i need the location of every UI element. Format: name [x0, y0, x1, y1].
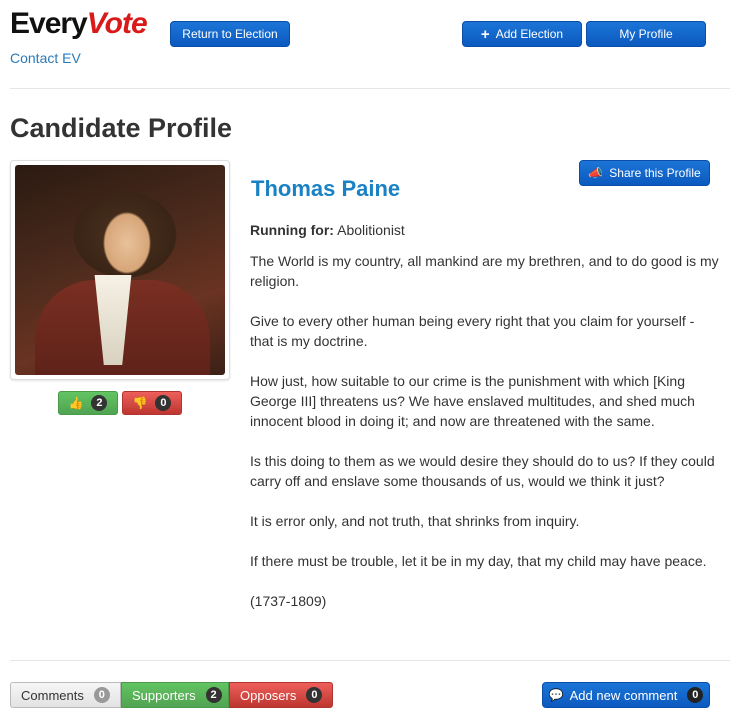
candidate-photo	[15, 165, 225, 375]
add-comment-label: Add new comment	[569, 687, 678, 703]
tab-opposers[interactable]: Opposers 0	[229, 682, 333, 708]
my-profile-button[interactable]: My Profile	[586, 21, 706, 47]
tab-comments-label: Comments	[21, 687, 84, 703]
downvote-count: 0	[155, 395, 172, 411]
add-election-label: Add Election	[495, 27, 564, 41]
thumbs-down-icon: 👎	[132, 396, 148, 410]
upvote-button[interactable]: 👍 2	[58, 391, 118, 415]
bio-paragraph: If there must be trouble, let it be in m…	[250, 553, 707, 569]
footer-divider	[10, 660, 730, 661]
bio-paragraph: Is this doing to them as we would desire…	[250, 453, 715, 489]
comment-icon: 💬	[548, 688, 564, 702]
opposers-count-badge: 0	[306, 687, 323, 703]
everyvote-logo[interactable]: EveryVote	[10, 6, 148, 42]
downvote-button[interactable]: 👎 0	[122, 391, 182, 415]
bio-paragraph: The World is my country, all mankind are…	[250, 253, 719, 289]
logo-text-every: Every	[10, 7, 88, 40]
share-profile-button[interactable]: 📣 Share this Profile	[579, 160, 710, 186]
my-profile-label: My Profile	[619, 27, 673, 41]
tab-supporters-label: Supporters	[132, 687, 196, 703]
tab-comments[interactable]: Comments 0	[10, 682, 121, 708]
share-profile-label: Share this Profile	[609, 166, 701, 180]
contact-link[interactable]: Contact EV	[10, 50, 81, 66]
candidate-photo-frame	[10, 160, 230, 380]
header-divider	[10, 88, 730, 89]
upvote-count: 2	[91, 395, 108, 411]
page-title: Candidate Profile	[10, 113, 233, 143]
add-election-button[interactable]: + Add Election	[462, 21, 582, 47]
candidate-bio: The World is my country, all mankind are…	[250, 251, 720, 631]
supporters-count-badge: 2	[205, 687, 222, 703]
comments-count-badge: 0	[93, 687, 110, 703]
logo-text-vote: Vote	[86, 7, 148, 40]
megaphone-icon: 📣	[588, 166, 604, 180]
bio-paragraph: Give to every other human being every ri…	[250, 313, 695, 349]
thumbs-up-icon: 👍	[68, 396, 84, 410]
comment-count-badge: 0	[687, 687, 704, 703]
return-to-election-button[interactable]: Return to Election	[170, 21, 290, 47]
add-comment-button[interactable]: 💬 Add new comment 0	[542, 682, 710, 708]
running-for: Running for: Abolitionist	[250, 222, 405, 238]
bio-paragraph: (1737-1809)	[250, 593, 327, 609]
bio-paragraph: How just, how suitable to our crime is t…	[250, 373, 695, 429]
running-for-label: Running for:	[250, 222, 334, 238]
tab-supporters[interactable]: Supporters 2	[121, 682, 229, 708]
plus-icon: +	[480, 25, 490, 43]
bio-paragraph: It is error only, and not truth, that sh…	[250, 513, 580, 529]
candidate-name: Thomas Paine	[251, 176, 401, 201]
feedback-tabs: Comments 0 Supporters 2 Opposers 0	[10, 682, 333, 708]
return-to-election-label: Return to Election	[182, 27, 278, 41]
tab-opposers-label: Opposers	[240, 687, 297, 703]
running-for-value: Abolitionist	[337, 222, 405, 238]
